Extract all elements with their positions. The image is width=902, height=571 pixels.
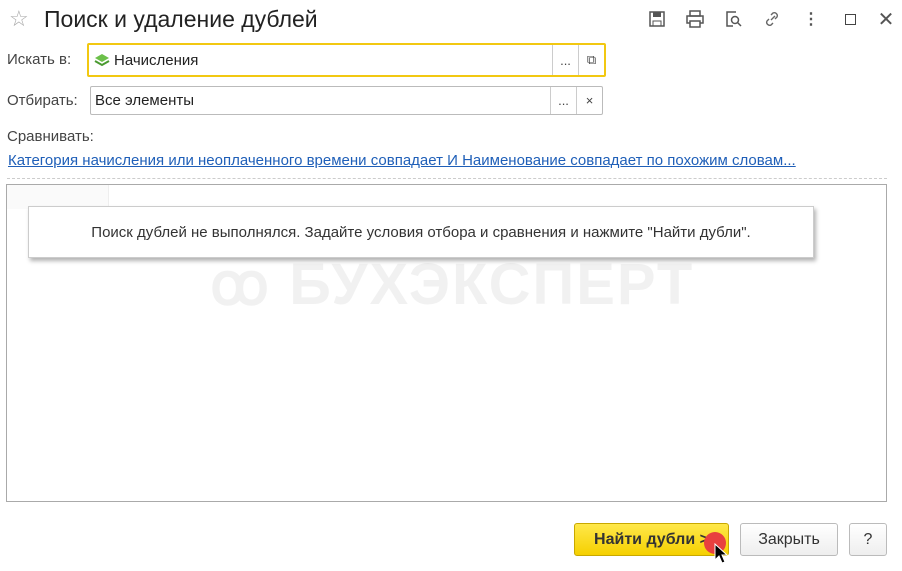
compare-conditions-link[interactable]: Категория начисления или неоплаченного в…: [8, 152, 796, 169]
window-title: Поиск и удаление дублей: [44, 6, 318, 32]
divider: [7, 178, 887, 179]
help-button[interactable]: ?: [849, 523, 887, 556]
favorite-star-icon[interactable]: ☆: [9, 6, 29, 32]
close-button[interactable]: Закрыть: [740, 523, 838, 556]
search-in-label: Искать в:: [7, 51, 72, 68]
search-in-value: Начисления: [114, 51, 199, 69]
link-icon[interactable]: [761, 8, 783, 30]
info-message: Поиск дублей не выполнялся. Задайте усло…: [28, 206, 814, 258]
search-in-field[interactable]: Начисления ... ⧉: [87, 43, 606, 77]
filter-label: Отбирать:: [7, 92, 78, 109]
preview-icon[interactable]: [722, 8, 744, 30]
cursor-icon: [714, 542, 729, 569]
filter-value: Все элементы: [95, 92, 195, 109]
watermark-logo: ꝏ БУХЭКСПЕРТ: [210, 252, 695, 317]
select-button[interactable]: ...: [552, 45, 578, 75]
close-icon[interactable]: ✕: [875, 8, 897, 31]
print-icon[interactable]: [684, 8, 706, 30]
compare-label: Сравнивать:: [7, 128, 94, 145]
open-button[interactable]: ⧉: [578, 45, 604, 75]
clear-button[interactable]: ×: [576, 87, 602, 114]
more-icon[interactable]: ⋮: [800, 8, 822, 30]
select-button[interactable]: ...: [550, 87, 576, 114]
filter-field[interactable]: Все элементы ... ×: [90, 86, 603, 115]
catalog-icon: [94, 53, 110, 67]
maximize-icon[interactable]: [839, 8, 861, 30]
save-icon[interactable]: [646, 8, 668, 30]
